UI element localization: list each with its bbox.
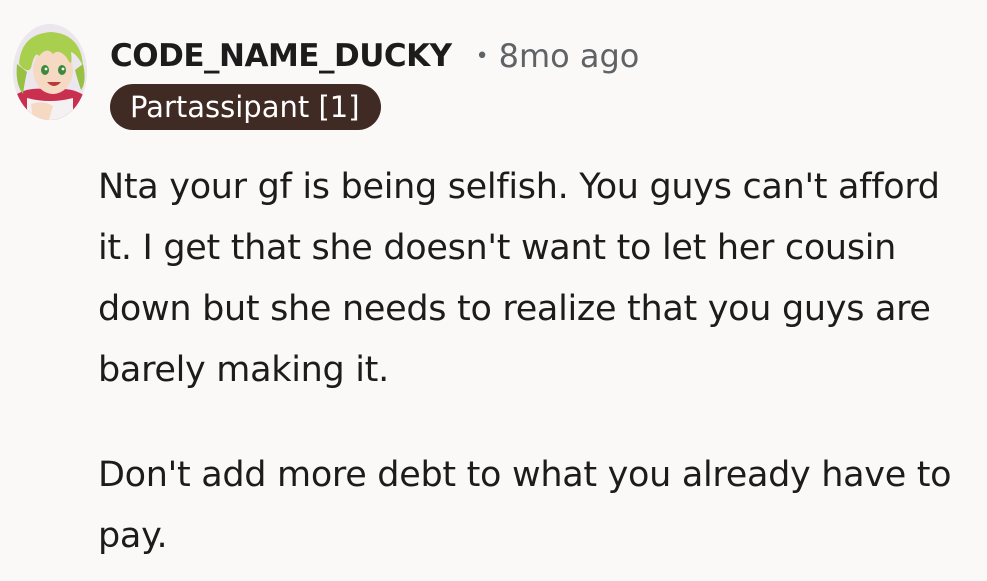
avatar[interactable] <box>13 24 87 120</box>
user-flair-badge: Partassipant [1] <box>110 84 381 130</box>
comment-header: CODE_NAME_DUCKY • 8mo ago <box>110 34 639 78</box>
comment: CODE_NAME_DUCKY • 8mo ago Partassipant [… <box>0 0 987 581</box>
comment-paragraph: Don't add more debt to what you already … <box>98 455 952 556</box>
comment-paragraph: Nta your gf is being selfish. You guys c… <box>98 167 940 390</box>
comment-body: Nta your gf is being selfish. You guys c… <box>98 157 973 567</box>
avatar-anime-character-icon <box>13 24 87 120</box>
username-link[interactable]: CODE_NAME_DUCKY <box>110 38 452 74</box>
timestamp[interactable]: 8mo ago <box>499 37 640 75</box>
separator-dot: • <box>475 43 489 69</box>
